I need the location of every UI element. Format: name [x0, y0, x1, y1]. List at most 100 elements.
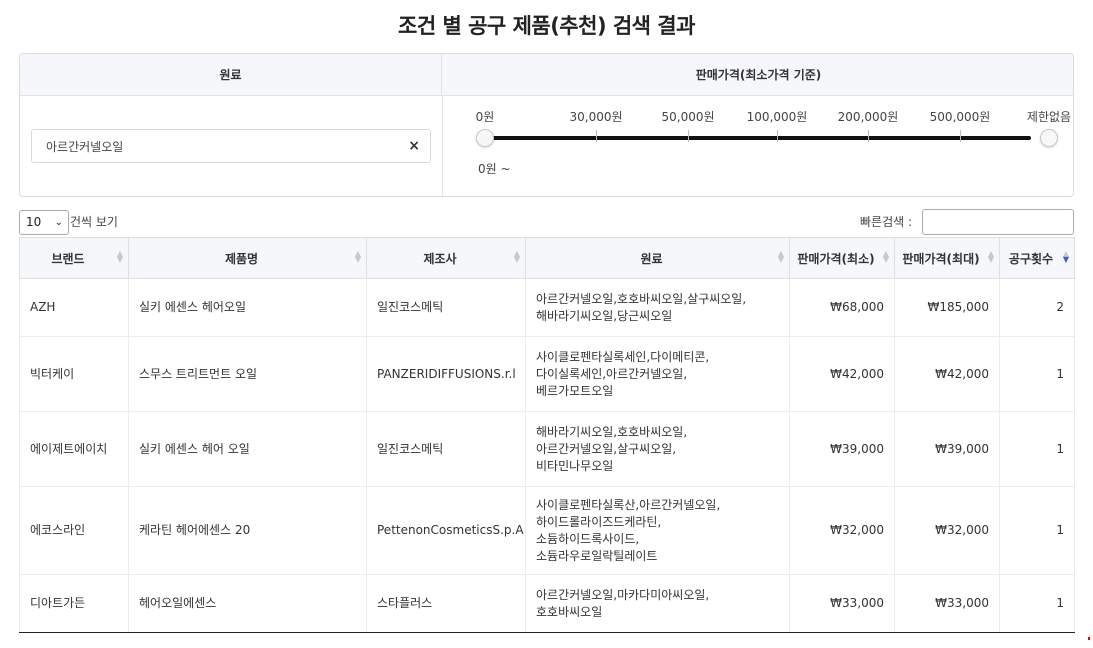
- sort-icon[interactable]: ▲ ▼: [116, 250, 123, 264]
- slider-handle-max[interactable]: [1040, 129, 1058, 147]
- manufacturer-cell: 일진코스메틱: [366, 278, 526, 337]
- ingredients-cell: 사이클로펜타실록산,아르간커넬오일, 하이드롤라이즈드케라틴, 소듐하이드록사이드,…: [525, 486, 790, 575]
- price-tick-label: 50,000원: [661, 110, 715, 124]
- slider-track[interactable]: [486, 136, 1031, 140]
- price-tick-mark: [777, 130, 778, 142]
- clear-icon[interactable]: ×: [408, 138, 420, 154]
- ingredient-line: 아르간커넬오일,호호바씨오일,살구씨오일,: [536, 291, 747, 306]
- price-tick-mark: [688, 130, 689, 142]
- sort-down-icon: ▼: [513, 255, 520, 264]
- price-tick-label: 500,000원: [929, 110, 991, 124]
- sort-icon[interactable]: ▲ ▼: [777, 250, 784, 264]
- ingredients-cell: 해바라기씨오일,호호바씨오일, 아르간커넬오일,살구씨오일, 비타민나무오일: [525, 411, 790, 487]
- sort-down-icon: ▼: [987, 255, 994, 264]
- column-header[interactable]: 제조사 ▲ ▼: [366, 237, 526, 279]
- ingredient-line: 해바라기씨오일,호호바씨오일,: [536, 424, 688, 439]
- sort-icon[interactable]: ▲ ▼: [987, 250, 994, 264]
- sort-icon[interactable]: ▲ ▼: [354, 250, 361, 264]
- column-header[interactable]: 브랜드 ▲ ▼: [19, 237, 129, 279]
- table-row[interactable]: 디아트가든 헤어오일에센스 스타플러스 아르간커넬오일,마카다미아씨오일, 호호바씨오일…: [19, 574, 1075, 633]
- price-min-cell: ₩33,000: [789, 574, 895, 633]
- manufacturer-cell: PettenonCosmeticsS.p.A: [366, 486, 526, 575]
- price-header: 판매가격(최소가격 기준): [442, 54, 1073, 96]
- ingredient-tag: 아르간커넬오일: [46, 140, 124, 154]
- ingredients-cell: 아르간커넬오일,마카다미아씨오일, 호호바씨오일: [525, 574, 790, 633]
- price-tick-label: 100,000원: [746, 110, 808, 124]
- manufacturer-cell: 스타플러스: [366, 574, 526, 633]
- column-header-label: 공구횟수: [1008, 251, 1054, 266]
- table-row[interactable]: AZH 실키 에센스 헤어오일 일진코스메틱 아르간커넬오일,호호바씨오일,살구씨오일…: [19, 278, 1075, 337]
- ingredient-line: 다이실록세인,아르간커넬오일,: [536, 366, 688, 381]
- brand-cell: 에코스라인: [19, 486, 129, 575]
- group-buy-count-cell: 1: [999, 574, 1075, 633]
- column-header-label: 제조사: [423, 251, 457, 266]
- brand-cell: 디아트가든: [19, 574, 129, 633]
- column-header-label: 원료: [640, 251, 663, 266]
- sort-down-icon: ▼: [882, 255, 889, 264]
- table-header-row: 브랜드 ▲ ▼ 제품명 ▲ ▼ 제조사 ▲ ▼ 원료 ▲ ▼ 판매가격(최소) ▲ ▼ 판매가격(최대) ▲ ▼ 공…: [19, 237, 1075, 279]
- filter-panel: 원료 판매가격(최소가격 기준) 아르간커넬오일 × 0원 ~ 0원 30,000…: [19, 53, 1074, 197]
- price-min-cell: ₩32,000: [789, 486, 895, 575]
- price-tick-label: 0원: [475, 110, 495, 124]
- column-header[interactable]: 원료 ▲ ▼: [525, 237, 790, 279]
- price-max-cell: ₩33,000: [894, 574, 1000, 633]
- chevron-down-icon: ⌄: [54, 217, 63, 228]
- ingredient-line: 아르간커넬오일,살구씨오일,: [536, 441, 677, 456]
- ingredient-line: 소듐라우로일락틸레이트: [536, 548, 658, 563]
- ingredient-line: 비타민나무오일: [536, 458, 614, 473]
- red-marker: [1088, 637, 1090, 640]
- brand-cell: 빅터케이: [19, 336, 129, 412]
- price-max-cell: ₩185,000: [894, 278, 1000, 337]
- column-header[interactable]: 판매가격(최대) ▲ ▼: [894, 237, 1000, 279]
- page-length-select[interactable]: 10 ⌄: [19, 210, 69, 235]
- manufacturer-cell: PANZERIDIFFUSIONS.r.l: [366, 336, 526, 412]
- group-buy-count-cell: 2: [999, 278, 1075, 337]
- quick-search-label: 빠른검색 :: [860, 215, 913, 229]
- sort-icon[interactable]: ▲ ▼: [1062, 250, 1069, 264]
- sort-down-icon: ▼: [116, 255, 123, 264]
- ingredient-line: 하이드롤라이즈드케라틴,: [536, 514, 662, 529]
- product-name-cell: 스무스 트리트먼트 오일: [128, 336, 367, 412]
- results-table: 브랜드 ▲ ▼ 제품명 ▲ ▼ 제조사 ▲ ▼ 원료 ▲ ▼ 판매가격(최소) ▲ ▼ 판매가격(최대) ▲ ▼ 공…: [19, 237, 1075, 633]
- price-range-slider[interactable]: 0원 ~ 0원 30,000원 50,000원 100,000원 200,000원 500…: [442, 96, 1073, 196]
- price-min-cell: ₩68,000: [789, 278, 895, 337]
- sort-icon[interactable]: ▲ ▼: [882, 250, 889, 264]
- price-readout: 0원 ~: [478, 162, 511, 176]
- sort-down-icon: ▼: [1062, 255, 1069, 264]
- sort-icon[interactable]: ▲ ▼: [513, 250, 520, 264]
- column-header[interactable]: 제품명 ▲ ▼: [128, 237, 367, 279]
- price-max-cell: ₩42,000: [894, 336, 1000, 412]
- table-body: AZH 실키 에센스 헤어오일 일진코스메틱 아르간커넬오일,호호바씨오일,살구씨오일…: [19, 278, 1075, 633]
- column-header[interactable]: 공구횟수 ▲ ▼: [999, 237, 1075, 279]
- column-header-label: 판매가격(최소): [797, 251, 875, 266]
- column-header[interactable]: 판매가격(최소) ▲ ▼: [789, 237, 895, 279]
- group-buy-count-cell: 1: [999, 411, 1075, 487]
- price-min-cell: ₩39,000: [789, 411, 895, 487]
- manufacturer-cell: 일진코스메틱: [366, 411, 526, 487]
- price-max-cell: ₩39,000: [894, 411, 1000, 487]
- ingredients-cell: 사이클로펜타실록세인,다이메티콘, 다이실록세인,아르간커넬오일, 베르가모트오일: [525, 336, 790, 412]
- price-tick-label: 제한없음: [1026, 110, 1072, 124]
- sort-down-icon: ▼: [777, 255, 784, 264]
- quick-search-input[interactable]: [922, 209, 1074, 235]
- ingredient-line: 베르가모트오일: [536, 383, 614, 398]
- ingredient-line: 아르간커넬오일,마카다미아씨오일,: [536, 587, 710, 602]
- column-header-label: 판매가격(최대): [902, 251, 980, 266]
- price-tick-mark: [596, 130, 597, 142]
- table-row[interactable]: 에코스라인 케라틴 헤어에센스 20 PettenonCosmeticsS.p.A 사…: [19, 486, 1075, 575]
- page-length-value: 10: [26, 215, 42, 229]
- price-tick-label: 200,000원: [837, 110, 899, 124]
- slider-handle-min[interactable]: [476, 129, 494, 147]
- column-header-label: 브랜드: [51, 251, 85, 266]
- table-row[interactable]: 에이제트에이치 실키 에센스 헤어 오일 일진코스메틱 해바라기씨오일,호호바씨오일,…: [19, 411, 1075, 487]
- ingredients-cell: 아르간커넬오일,호호바씨오일,살구씨오일, 해바라기씨오일,당근씨오일: [525, 278, 790, 337]
- page-title: 조건 별 공구 제품(추천) 검색 결과: [398, 14, 695, 38]
- ingredient-select[interactable]: 아르간커넬오일 ×: [31, 129, 431, 163]
- product-name-cell: 실키 에센스 헤어 오일: [128, 411, 367, 487]
- sort-down-icon: ▼: [354, 255, 361, 264]
- ingredient-line: 해바라기씨오일,당근씨오일: [536, 308, 673, 323]
- price-max-cell: ₩32,000: [894, 486, 1000, 575]
- group-buy-count-cell: 1: [999, 336, 1075, 412]
- table-row[interactable]: 빅터케이 스무스 트리트먼트 오일 PANZERIDIFFUSIONS.r.l 사이클…: [19, 336, 1075, 412]
- ingredient-line: 호호바씨오일: [536, 604, 603, 619]
